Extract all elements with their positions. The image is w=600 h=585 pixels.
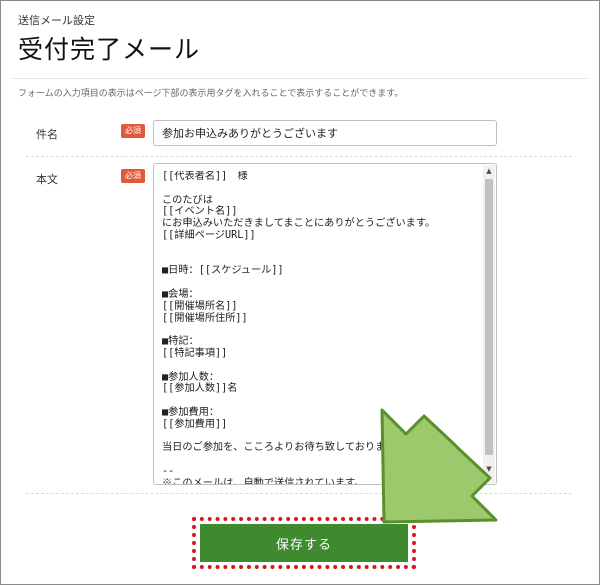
subject-required-badge: 必須 bbox=[121, 124, 145, 138]
form-description: フォームの入力項目の表示はページ下部の表示用タグを入れることで表示することができ… bbox=[18, 89, 404, 99]
scroll-down-icon[interactable]: ▼ bbox=[483, 463, 495, 475]
subject-label: 件名 bbox=[36, 128, 58, 141]
subject-input[interactable] bbox=[153, 120, 497, 146]
body-label: 本文 bbox=[36, 173, 58, 186]
scroll-up-icon[interactable]: ▲ bbox=[483, 165, 495, 177]
title-divider bbox=[12, 78, 588, 79]
row-divider bbox=[26, 156, 572, 157]
page-title: 受付完了メール bbox=[18, 35, 201, 64]
breadcrumb: 送信メール設定 bbox=[18, 14, 95, 27]
body-required-badge: 必須 bbox=[121, 169, 145, 183]
row-divider bbox=[26, 493, 572, 494]
scroll-thumb[interactable] bbox=[485, 179, 493, 455]
body-scrollbar[interactable]: ▲ ▼ bbox=[483, 165, 495, 483]
save-button[interactable]: 保存する bbox=[200, 524, 408, 562]
body-textarea[interactable]: [[代表者名]] 様 このたびは [[イベント名]] にお申込みいただきましてま… bbox=[153, 163, 497, 485]
body-text[interactable]: [[代表者名]] 様 このたびは [[イベント名]] にお申込みいただきましてま… bbox=[162, 171, 478, 484]
